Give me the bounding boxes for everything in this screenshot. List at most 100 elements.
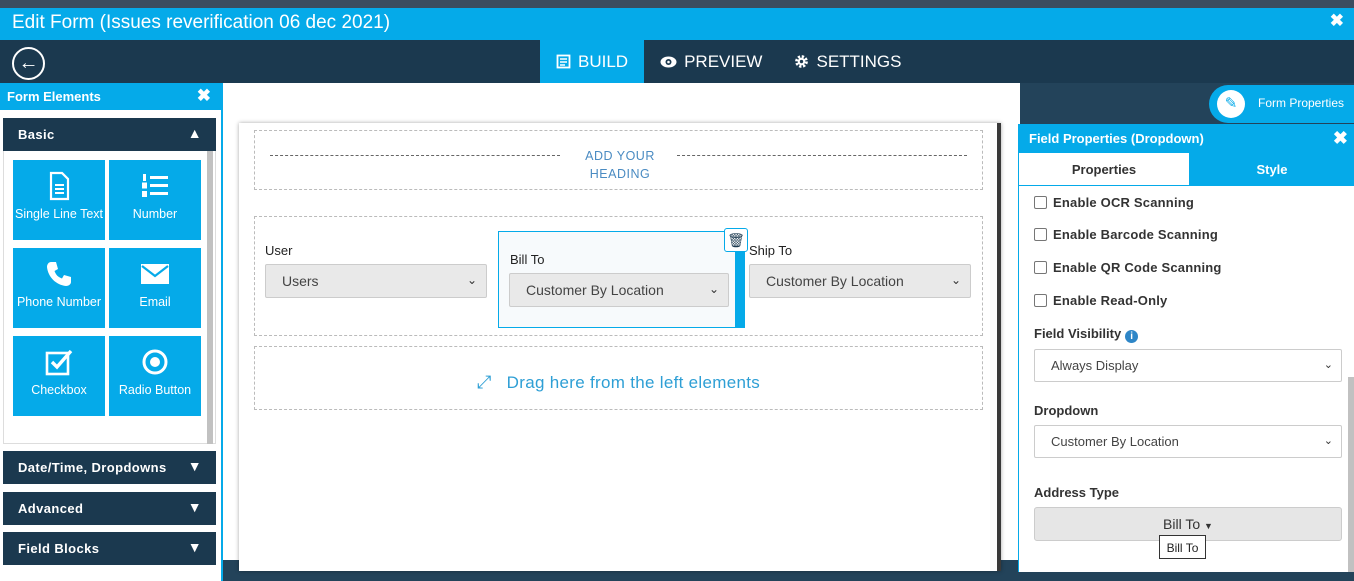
nav-tabs: BUILD PREVIEW SETTINGS xyxy=(540,40,918,83)
barcode-scanning-checkbox[interactable] xyxy=(1034,228,1047,241)
close-window-icon[interactable]: ✖ xyxy=(1330,11,1344,31)
select-value: Customer By Location xyxy=(526,282,664,298)
qr-scanning-option[interactable]: Enable QR Code Scanning xyxy=(1034,260,1222,275)
tile-phone-number[interactable]: Phone Number xyxy=(13,248,105,328)
section-basic[interactable]: Basic ▲ xyxy=(3,118,216,151)
field-label-user: User xyxy=(265,243,293,258)
qr-scanning-checkbox[interactable] xyxy=(1034,261,1047,274)
numbered-list-icon xyxy=(142,174,168,197)
field-label-ship-to: Ship To xyxy=(749,243,793,258)
form-canvas: ✎ Form Properties ADD YOUR HEADING User … xyxy=(223,83,1354,571)
field-properties-panel: Field Properties (Dropdown) ✖ Properties… xyxy=(1018,124,1354,572)
caret-down-icon: ▼ xyxy=(1204,521,1213,531)
drop-zone-text: Drag here from the left elements xyxy=(506,373,761,392)
checkbox-label: Enable Barcode Scanning xyxy=(1053,227,1218,242)
field-visibility-label: Field Visibility i xyxy=(1034,326,1139,343)
chevron-down-icon: ▼ xyxy=(187,458,202,474)
tile-label: Phone Number xyxy=(16,295,102,309)
chevron-down-icon: ▼ xyxy=(187,499,202,515)
window-title: Edit Form (Issues reverification 06 dec … xyxy=(12,12,391,33)
dropdown-source-select[interactable]: Customer By Location ⌄ xyxy=(1034,425,1342,458)
ship-to-select[interactable]: Customer By Location ⌄ xyxy=(749,264,971,298)
tile-label: Number xyxy=(132,207,178,221)
tab-settings[interactable]: SETTINGS xyxy=(778,40,917,83)
field-visibility-select[interactable]: Always Display ⌄ xyxy=(1034,349,1342,382)
basic-elements-grid: Single Line Text Number Phone Number Ema… xyxy=(3,151,216,444)
eye-icon xyxy=(660,56,677,67)
tab-preview-label: PREVIEW xyxy=(684,51,763,71)
address-type-label: Address Type xyxy=(1034,485,1120,500)
envelope-icon xyxy=(141,264,169,284)
form-elements-header: Form Elements ✖ xyxy=(0,83,221,110)
user-select[interactable]: Users ⌄ xyxy=(265,264,487,298)
field-label-bill-to: Bill To xyxy=(510,252,545,267)
close-field-properties-icon[interactable]: ✖ xyxy=(1333,128,1348,149)
back-button[interactable]: ← xyxy=(12,47,45,80)
delete-field-button[interactable]: 🗑 xyxy=(724,228,748,252)
close-form-elements-icon[interactable]: ✖ xyxy=(197,86,211,106)
title-bar: Edit Form (Issues reverification 06 dec … xyxy=(0,8,1354,40)
section-date-time-dropdowns[interactable]: Date/Time, Dropdowns ▼ xyxy=(3,451,216,484)
section-field-blocks[interactable]: Field Blocks ▼ xyxy=(3,532,216,565)
select-value: Users xyxy=(282,273,319,289)
scrollbar-thumb[interactable] xyxy=(207,151,213,444)
tile-number[interactable]: Number xyxy=(109,160,201,240)
form-properties-button[interactable]: ✎ Form Properties xyxy=(1209,85,1354,123)
select-value: Customer By Location xyxy=(1051,434,1179,449)
read-only-checkbox[interactable] xyxy=(1034,294,1047,307)
chevron-down-icon: ⌄ xyxy=(1323,435,1333,447)
field-properties-header: Field Properties (Dropdown) ✖ xyxy=(1019,124,1354,153)
info-icon[interactable]: i xyxy=(1125,330,1139,343)
read-only-option[interactable]: Enable Read-Only xyxy=(1034,293,1167,308)
tile-email[interactable]: Email xyxy=(109,248,201,328)
selected-field-bill-to[interactable]: Bill To Customer By Location ⌄ 🗑 xyxy=(498,228,748,328)
tile-checkbox[interactable]: Checkbox xyxy=(13,336,105,416)
tile-label: Email xyxy=(139,295,171,309)
left-panel-scrollbar[interactable] xyxy=(207,151,213,444)
trash-icon: 🗑 xyxy=(727,232,745,248)
section-label: Field Blocks xyxy=(18,541,100,556)
tile-radio-button[interactable]: Radio Button xyxy=(109,336,201,416)
drop-zone[interactable]: ⤢ Drag here from the left elements xyxy=(254,346,983,410)
form-icon xyxy=(556,54,571,69)
right-panel-scrollbar[interactable] xyxy=(1348,377,1354,572)
tab-properties[interactable]: Properties xyxy=(1019,153,1189,186)
chevron-down-icon: ⌄ xyxy=(1323,359,1333,371)
background-app-strip xyxy=(0,0,1354,8)
tab-preview[interactable]: PREVIEW xyxy=(644,40,778,83)
section-label: Advanced xyxy=(18,501,84,516)
chevron-up-icon: ▲ xyxy=(187,125,202,141)
section-advanced[interactable]: Advanced ▼ xyxy=(3,492,216,525)
select-value: Always Display xyxy=(1051,358,1139,373)
ocr-scanning-option[interactable]: Enable OCR Scanning xyxy=(1034,195,1194,210)
tile-label: Radio Button xyxy=(118,383,192,397)
chevron-down-icon: ⌄ xyxy=(708,282,719,296)
bill-to-select[interactable]: Customer By Location ⌄ xyxy=(509,273,729,307)
chevron-down-icon: ⌄ xyxy=(950,273,961,287)
checkbox-label: Enable OCR Scanning xyxy=(1053,195,1195,210)
field-properties-tabs: Properties Style xyxy=(1019,153,1354,186)
tab-build-label: BUILD xyxy=(578,51,629,71)
section-basic-label: Basic xyxy=(18,127,55,142)
chevron-down-icon: ⌄ xyxy=(466,273,477,287)
heading-divider xyxy=(270,155,560,156)
expand-arrows-icon: ⤢ xyxy=(476,372,492,392)
form-elements-title: Form Elements xyxy=(7,89,101,104)
field-properties-title: Field Properties (Dropdown) xyxy=(1029,131,1204,146)
tab-build[interactable]: BUILD xyxy=(540,40,645,83)
radio-icon xyxy=(142,349,168,375)
checkbox-icon xyxy=(45,349,73,376)
form-properties-label: Form Properties xyxy=(1258,96,1345,110)
chevron-down-icon: ▼ xyxy=(187,539,202,555)
tab-style[interactable]: Style xyxy=(1189,153,1354,186)
ocr-scanning-checkbox[interactable] xyxy=(1034,196,1047,209)
tile-single-line-text[interactable]: Single Line Text xyxy=(13,160,105,240)
phone-icon xyxy=(47,262,71,286)
arrow-left-icon: ← xyxy=(18,52,39,74)
section-label: Date/Time, Dropdowns xyxy=(18,460,167,475)
address-type-value: Bill To xyxy=(1163,516,1201,532)
form-area: ADD YOUR HEADING User Users ⌄ Bill To Cu… xyxy=(239,123,1001,571)
barcode-scanning-option[interactable]: Enable Barcode Scanning xyxy=(1034,227,1218,242)
tile-label: Single Line Text xyxy=(14,207,104,221)
heading-placeholder[interactable]: ADD YOUR HEADING xyxy=(254,130,983,190)
